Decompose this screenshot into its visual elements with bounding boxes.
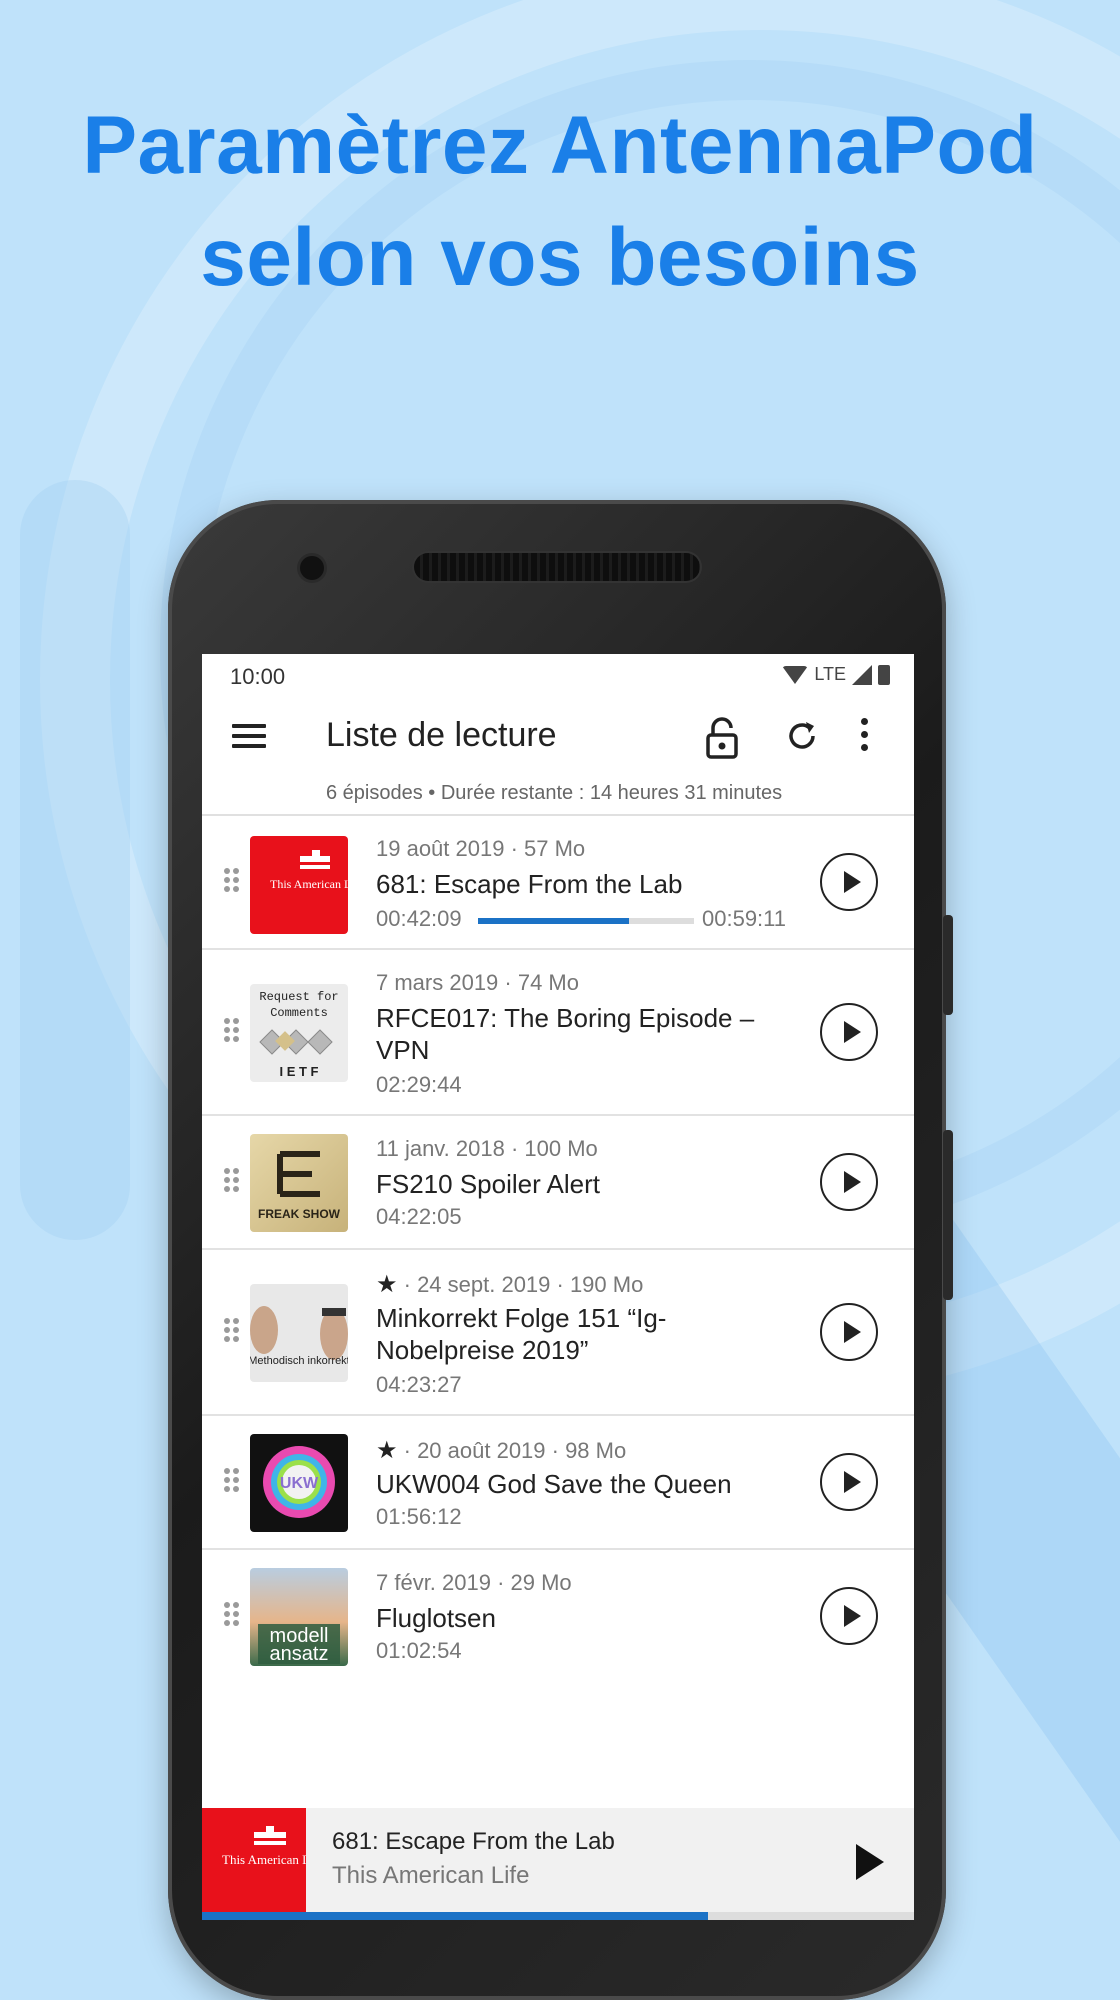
episode-meta: ★ · 20 août 2019 · 98 Mo xyxy=(376,1437,627,1464)
episode-meta: 11 janv. 2018 · 100 Mo xyxy=(376,1136,598,1161)
cover-text: FREAK SHOW xyxy=(258,1207,341,1221)
status-bar: 10:00 LTE xyxy=(202,654,914,696)
drag-handle-icon[interactable] xyxy=(224,1602,240,1632)
toolbar: Liste de lecture xyxy=(202,696,914,776)
player-progress[interactable] xyxy=(202,1912,914,1920)
queue-summary: 6 épisodes • Durée restante : 14 heures … xyxy=(326,782,783,804)
earpiece-speaker xyxy=(414,553,700,581)
wifi-icon xyxy=(782,665,809,684)
play-button[interactable] xyxy=(820,853,878,911)
cover-text: UKW xyxy=(280,1475,319,1492)
play-button[interactable] xyxy=(820,1153,878,1211)
episode-position: 00:42:09 xyxy=(376,906,462,931)
phone-button xyxy=(943,915,953,1015)
episode-duration: 04:23:27 xyxy=(376,1372,462,1397)
podcast-cover: Methodisch inkorrekt xyxy=(250,1284,348,1382)
podcast-cover: UKW xyxy=(250,1434,348,1532)
episode-title: 681: Escape From the Lab xyxy=(376,869,683,899)
drag-handle-icon[interactable] xyxy=(224,868,240,898)
play-button[interactable] xyxy=(820,1453,878,1511)
episode-meta: 19 août 2019 · 57 Mo xyxy=(376,836,586,861)
player-title: 681: Escape From the Lab xyxy=(332,1828,615,1855)
episode-title: Fluglotsen xyxy=(376,1603,496,1633)
episode-row[interactable]: UKW ★ · 20 août 2019 · 98 Mo UKW004 God … xyxy=(202,1416,914,1550)
episode-row[interactable]: FREAK SHOW 11 janv. 2018 · 100 Mo FS210 … xyxy=(202,1116,914,1250)
cover-text: ansatz xyxy=(270,1643,329,1665)
headline-line-1: Paramètrez AntennaPod xyxy=(82,100,1038,191)
episode-row[interactable]: Methodisch inkorrekt ★ · 24 sept. 2019 ·… xyxy=(202,1250,914,1416)
signal-icon xyxy=(852,664,872,685)
headline: Paramètrez AntennaPod selon vos besoins xyxy=(0,90,1120,314)
star-icon: ★ xyxy=(376,1271,398,1298)
podcast-cover: This American Life xyxy=(250,836,348,934)
episode-meta: 7 févr. 2019 · 29 Mo xyxy=(376,1570,572,1595)
drag-handle-icon[interactable] xyxy=(224,1168,240,1198)
refresh-icon[interactable] xyxy=(782,716,822,756)
play-button[interactable] xyxy=(820,1303,878,1361)
episode-duration: 01:02:54 xyxy=(376,1638,462,1663)
episode-duration: 01:56:12 xyxy=(376,1504,462,1529)
cover-text: Comments xyxy=(270,1006,328,1020)
cover-text: This American Life xyxy=(222,1852,306,1867)
episode-title: UKW004 God Save the Queen xyxy=(376,1469,732,1499)
battery-icon xyxy=(878,664,890,685)
podcast-cover: FREAK SHOW xyxy=(250,1134,348,1232)
cover-text: Methodisch inkorrekt xyxy=(250,1355,348,1367)
status-time: 10:00 xyxy=(230,664,286,689)
cover-text: Request for xyxy=(259,990,338,1004)
lock-icon[interactable] xyxy=(702,716,742,760)
cover-text: I E T F xyxy=(280,1064,319,1079)
episode-row[interactable]: Request for Comments I E T F 7 mars 2019… xyxy=(202,950,914,1116)
phone-screen: 10:00 LTE Liste de lecture 6 épisodes • … xyxy=(202,654,914,1920)
episode-title: FS210 Spoiler Alert xyxy=(376,1169,601,1199)
more-options-icon[interactable] xyxy=(860,718,870,754)
star-icon: ★ xyxy=(376,1437,398,1464)
episode-duration: 04:22:05 xyxy=(376,1204,462,1229)
episode-meta: 7 mars 2019 · 74 Mo xyxy=(376,970,579,995)
drag-handle-icon[interactable] xyxy=(224,1468,240,1498)
mini-player[interactable]: This American Life 681: Escape From the … xyxy=(202,1808,914,1920)
player-podcast: This American Life xyxy=(332,1862,530,1889)
episode-row[interactable]: This American Life 19 août 2019 · 57 Mo … xyxy=(202,816,914,950)
menu-icon[interactable] xyxy=(232,724,266,750)
drag-handle-icon[interactable] xyxy=(224,1318,240,1348)
phone-button xyxy=(943,1130,953,1300)
episode-meta: ★ · 24 sept. 2019 · 190 Mo xyxy=(376,1271,644,1298)
front-camera xyxy=(300,556,324,580)
drag-handle-icon[interactable] xyxy=(224,1018,240,1048)
cover-text: This American Life xyxy=(270,877,348,891)
podcast-cover: modell ansatz xyxy=(250,1568,348,1666)
episode-duration: 02:29:44 xyxy=(376,1072,462,1097)
headline-line-2: selon vos besoins xyxy=(200,212,920,303)
episode-title: Minkorrekt Folge 151 “Ig-Nobelpreise 201… xyxy=(376,1303,667,1365)
episode-progress xyxy=(478,918,694,924)
episode-row[interactable]: modell ansatz 7 févr. 2019 · 29 Mo Flugl… xyxy=(202,1550,914,1682)
play-icon[interactable] xyxy=(856,1844,884,1880)
page-title: Liste de lecture xyxy=(326,716,557,754)
play-button[interactable] xyxy=(820,1003,878,1061)
network-type: LTE xyxy=(814,664,846,684)
player-cover: This American Life xyxy=(202,1808,324,1912)
episode-remaining: 00:59:11 xyxy=(702,906,787,931)
podcast-cover: Request for Comments I E T F xyxy=(250,984,348,1082)
play-button[interactable] xyxy=(820,1587,878,1645)
episode-title: RFCE017: The Boring Episode – VPN xyxy=(376,1003,755,1065)
